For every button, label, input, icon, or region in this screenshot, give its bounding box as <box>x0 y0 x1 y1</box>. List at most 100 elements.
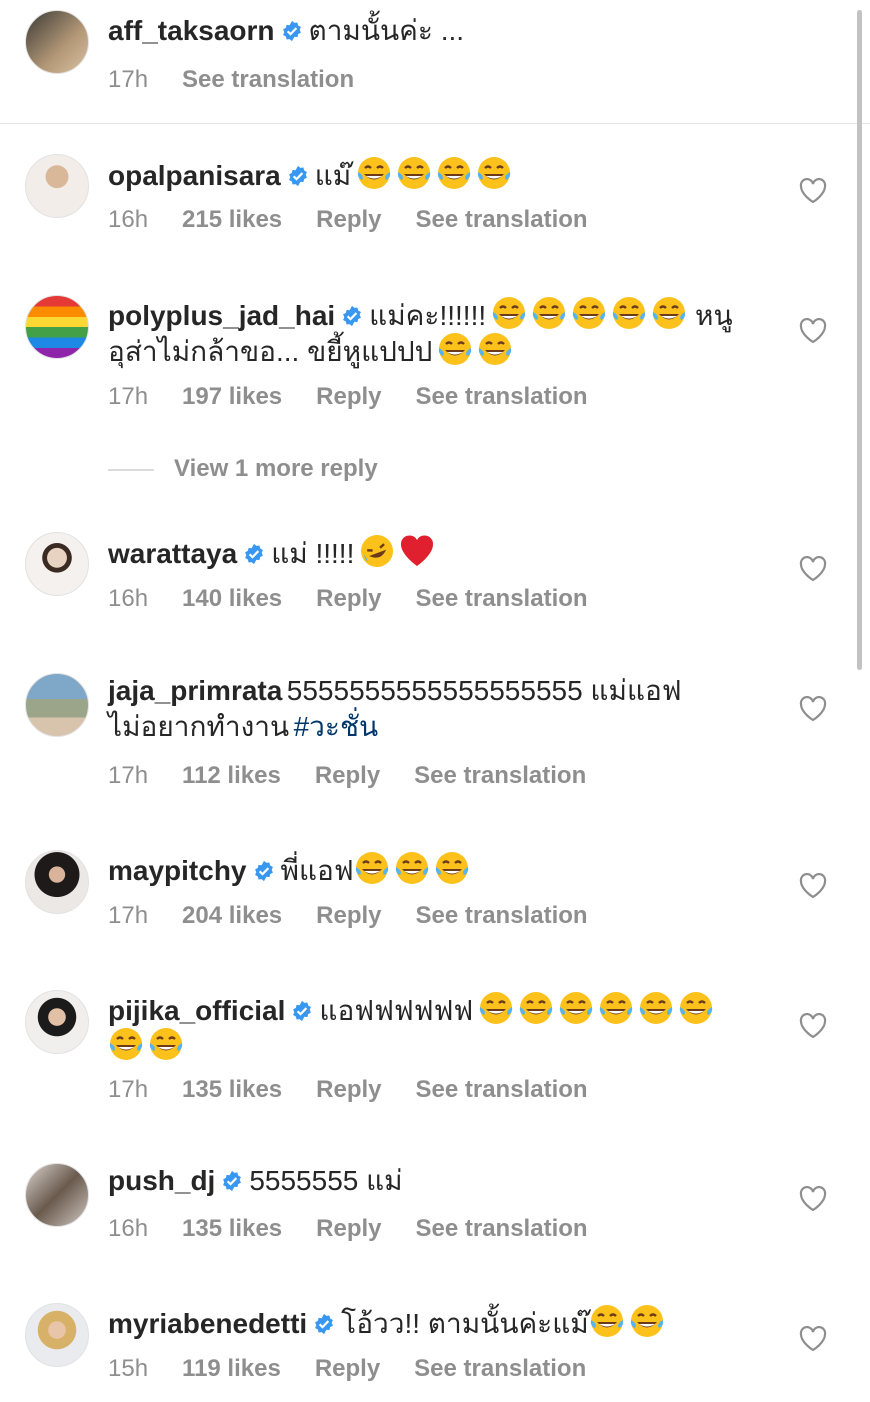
avatar[interactable] <box>25 990 89 1054</box>
laughing-emoji-icon <box>395 852 428 884</box>
heart-icon[interactable] <box>799 1013 827 1039</box>
username[interactable]: push_dj <box>108 1165 215 1196</box>
verified-badge-icon <box>282 20 301 42</box>
comment-line: push_dj 5555555 แม่ <box>108 1163 760 1204</box>
username[interactable]: aff_taksaorn <box>108 15 275 46</box>
reply-button[interactable]: Reply <box>315 1355 380 1382</box>
see-translation-link[interactable]: See translation <box>416 1215 588 1242</box>
scrollbar[interactable] <box>857 10 862 670</box>
laughing-emoji-group <box>478 992 718 1024</box>
heart-icon[interactable] <box>799 696 827 722</box>
laughing-emoji-icon <box>109 1028 143 1060</box>
reply-button[interactable]: Reply <box>316 383 381 410</box>
see-translation-link[interactable]: See translation <box>416 206 588 233</box>
reply-button[interactable]: Reply <box>316 902 381 929</box>
comment-text: พี่แอฟ <box>280 855 354 886</box>
comment-meta: 17h 197 likes Reply See translation <box>108 383 622 411</box>
username[interactable]: warattaya <box>108 538 237 569</box>
laughing-emoji-icon <box>149 1028 183 1060</box>
hashtag-link[interactable]: #วะชั่น <box>294 711 378 742</box>
caption-meta: 17h See translation <box>108 66 388 94</box>
username[interactable]: jaja_primrata <box>108 675 282 706</box>
reply-button[interactable]: Reply <box>316 1215 381 1242</box>
see-translation-link[interactable]: See translation <box>416 585 588 612</box>
see-translation-link[interactable]: See translation <box>414 762 586 789</box>
comment-text-line2: ไม่อยากทำงาน <box>108 711 290 742</box>
likes-count[interactable]: 119 likes <box>182 1355 281 1382</box>
username[interactable]: polyplus_jad_hai <box>108 300 335 331</box>
divider <box>108 468 154 471</box>
laughing-emoji-icon <box>572 297 605 329</box>
laughing-emoji-icon <box>679 992 712 1024</box>
likes-count[interactable]: 215 likes <box>182 206 282 233</box>
comment-text: 5555555555555555555 แม่แอฟ <box>286 675 682 706</box>
avatar[interactable] <box>25 1303 89 1367</box>
avatar[interactable] <box>25 673 89 737</box>
see-translation-link[interactable]: See translation <box>416 902 588 929</box>
laughing-emoji-icon <box>519 992 552 1024</box>
laughing-emoji-icon <box>438 333 472 365</box>
avatar[interactable] <box>25 850 89 914</box>
avatar[interactable] <box>25 295 89 359</box>
likes-count[interactable]: 197 likes <box>182 383 282 410</box>
heart-icon[interactable] <box>799 873 827 899</box>
laughing-emoji-icon <box>435 852 468 884</box>
comment-text: แม่คะ!!!!!! <box>369 300 487 331</box>
laughing-emoji-group <box>354 852 474 884</box>
comment-text: 5555555 แม่ <box>249 1165 403 1196</box>
verified-badge-icon <box>315 1313 334 1335</box>
username[interactable]: maypitchy <box>108 855 247 886</box>
username[interactable]: opalpanisara <box>108 160 281 191</box>
laughing-emoji-icon <box>532 297 565 329</box>
likes-count[interactable]: 204 likes <box>182 902 282 929</box>
avatar[interactable] <box>25 1163 89 1227</box>
username[interactable]: myriabenedetti <box>108 1308 307 1339</box>
heart-icon[interactable] <box>799 178 827 204</box>
see-translation-link[interactable]: See translation <box>416 1076 588 1103</box>
reply-button[interactable]: Reply <box>316 585 381 612</box>
heart-icon[interactable] <box>799 1186 827 1212</box>
heart-icon[interactable] <box>799 1326 827 1352</box>
avatar[interactable] <box>25 10 89 74</box>
reply-button[interactable]: Reply <box>316 1076 381 1103</box>
comment-line: maypitchy พี่แอฟ <box>108 850 760 894</box>
laughing-emoji-icon <box>599 992 632 1024</box>
comment-text-after: หนู <box>695 300 733 331</box>
likes-count[interactable]: 135 likes <box>182 1215 282 1242</box>
reply-button[interactable]: Reply <box>316 206 381 233</box>
comment-meta: 17h 135 likes Reply See translation <box>108 1076 622 1104</box>
laughing-emoji-group <box>108 1028 188 1060</box>
timestamp: 17h <box>108 762 149 789</box>
laughing-emoji-icon <box>492 297 525 329</box>
view-more-label: View 1 more reply <box>174 455 378 482</box>
see-translation-link[interactable]: See translation <box>182 66 354 93</box>
laughing-emoji-icon <box>478 333 512 365</box>
verified-badge-icon <box>245 543 264 565</box>
comment-text: แม่ !!!!! <box>271 538 355 569</box>
avatar[interactable] <box>25 532 89 596</box>
view-more-replies-button[interactable]: View 1 more reply <box>108 455 378 483</box>
comment-meta: 16h 215 likes Reply See translation <box>108 206 622 234</box>
laughing-emoji-icon <box>397 157 430 189</box>
laughing-emoji-icon <box>357 157 390 189</box>
heart-icon[interactable] <box>799 318 827 344</box>
comment-line: jaja_primrata 5555555555555555555 แม่แอฟ <box>108 673 760 714</box>
see-translation-link[interactable]: See translation <box>416 383 588 410</box>
comment-meta: 16h 140 likes Reply See translation <box>108 585 622 613</box>
username[interactable]: pijika_official <box>108 995 285 1026</box>
comment-line: myriabenedetti โอ้วว!! ตามนั้นค่ะแม๊ <box>108 1303 760 1347</box>
avatar[interactable] <box>25 154 89 218</box>
likes-count[interactable]: 112 likes <box>182 762 281 789</box>
laughing-emoji-group <box>437 333 517 365</box>
laughing-emoji-icon <box>477 157 510 189</box>
comment-meta: 16h 135 likes Reply See translation <box>108 1215 622 1243</box>
verified-badge-icon <box>288 165 307 187</box>
reply-button[interactable]: Reply <box>315 762 380 789</box>
see-translation-link[interactable]: See translation <box>414 1355 586 1382</box>
timestamp: 17h <box>108 902 149 929</box>
likes-count[interactable]: 135 likes <box>182 1076 282 1103</box>
laughing-emoji-icon <box>355 852 388 884</box>
likes-count[interactable]: 140 likes <box>182 585 282 612</box>
heart-icon[interactable] <box>799 556 827 582</box>
timestamp: 15h <box>108 1355 149 1382</box>
